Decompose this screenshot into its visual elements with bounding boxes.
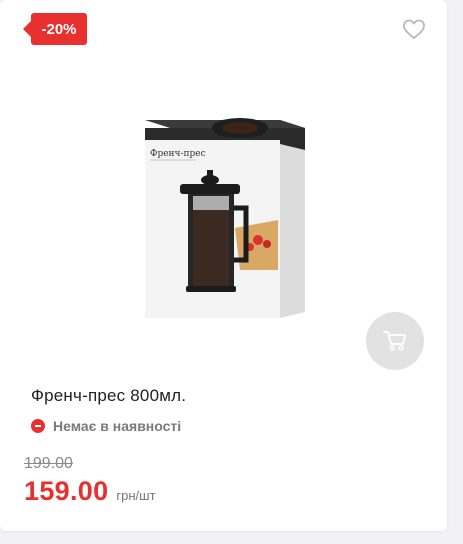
price-row: 159.00 грн/шт — [24, 476, 156, 507]
product-title[interactable]: Френч-прес 800мл. — [31, 386, 186, 406]
discount-badge: -20% — [23, 13, 87, 45]
wishlist-button[interactable] — [402, 18, 426, 40]
availability-status: Немає в наявності — [31, 418, 181, 434]
product-card[interactable]: -20% Френч-прес Френч-прес 800мл. Немає … — [0, 0, 447, 531]
old-price: 199.00 — [24, 455, 73, 472]
availability-text: Немає в наявності — [53, 418, 182, 434]
minus-circle-icon — [31, 419, 45, 433]
price-unit: грн/шт — [116, 488, 156, 503]
heart-icon — [403, 19, 425, 39]
product-image[interactable]: Френч-прес — [130, 100, 330, 330]
add-to-cart-button[interactable] — [366, 312, 424, 370]
box-brand-text: Френч-прес — [150, 149, 206, 159]
cart-icon — [383, 331, 406, 351]
discount-badge-label: -20% — [41, 20, 77, 38]
current-price: 159.00 — [24, 476, 109, 506]
